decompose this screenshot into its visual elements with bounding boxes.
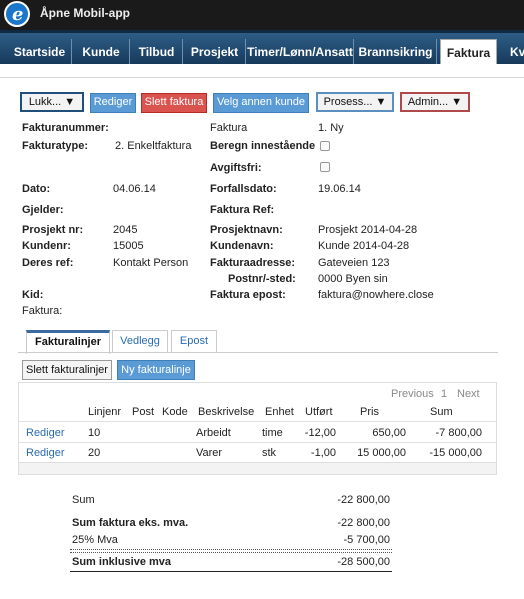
summary-dotted-line [70, 552, 392, 553]
admin-dropdown[interactable]: Admin... ▼ [400, 92, 470, 112]
nav-brannsikring[interactable]: Brannsikring [355, 39, 437, 67]
app-title[interactable]: Åpne Mobil-app [40, 6, 130, 20]
faktura-plain-label: Faktura: [22, 305, 63, 317]
deres-ref-value: Kontakt Person [113, 257, 189, 269]
sum-inkl-mva-label: Sum inklusive mva [72, 556, 172, 568]
fakturatype-label: Fakturatype: [22, 140, 89, 152]
fakturatype-value: 2. Enkeltfaktura [115, 140, 192, 152]
sum-eks-mva-label: Sum faktura eks. mva. [72, 517, 189, 529]
main-nav: Startside Kunde Tilbud Prosjekt Timer/Lø… [0, 30, 524, 67]
fakturaadresse-value: Gateveien 123 [318, 257, 390, 269]
dato-label: Dato: [22, 183, 51, 195]
sub-band [0, 64, 524, 78]
faktura-status-label: Faktura [210, 122, 248, 134]
velg-annen-kunde-button[interactable]: Velg annen kunde [213, 93, 309, 113]
dato-value: 04.06.14 [113, 183, 156, 195]
summary-underline [70, 571, 392, 572]
avgiftsfri-label: Avgiftsfri: [210, 162, 262, 174]
row-rediger-link[interactable]: Rediger [26, 427, 65, 439]
logo-letter: e [12, 4, 24, 25]
beregn-innestaende-label: Beregn innestående [210, 140, 316, 152]
title-bar: e Åpne Mobil-app [0, 0, 524, 30]
mva-value: -5 700,00 [343, 534, 390, 546]
header-divider [19, 421, 496, 422]
nav-kunde[interactable]: Kunde [73, 39, 130, 67]
prosjektnavn-label: Prosjektnavn: [210, 224, 283, 236]
col-post[interactable]: Post [132, 406, 154, 418]
kid-label: Kid: [22, 289, 44, 301]
grid-footer [19, 462, 496, 474]
cell-enhet: time [262, 427, 283, 439]
fakturanummer-label: Fakturanummer: [22, 122, 109, 134]
nav-startside[interactable]: Startside [8, 39, 72, 67]
cell-pris: 15 000,00 [357, 447, 406, 459]
cell-beskrivelse: Varer [196, 447, 223, 459]
slett-faktura-button[interactable]: Slett faktura [141, 93, 207, 113]
nav-timer[interactable]: Timer/Lønn/Ansatt [247, 39, 354, 67]
tab-divider [18, 352, 498, 353]
faktura-ref-label: Faktura Ref: [210, 204, 275, 216]
slett-fakturalinjer-button[interactable]: Slett fakturalinjer [22, 360, 112, 380]
mva-label: 25% Mva [72, 534, 118, 546]
cell-linjenr: 10 [88, 427, 101, 439]
pager-next[interactable]: Next [457, 388, 480, 400]
faktura-status-value: 1. Ny [318, 122, 344, 134]
cell-sum: -15 000,00 [429, 447, 482, 459]
col-linjenr[interactable]: Linjenr [88, 406, 121, 418]
col-kode[interactable]: Kode [162, 406, 188, 418]
gjelder-label: Gjelder: [22, 204, 64, 216]
forfallsdato-value: 19.06.14 [318, 183, 361, 195]
postnr-sted-value: 0000 Byen sin [318, 273, 388, 285]
ny-fakturalinje-button[interactable]: Ny fakturalinje [117, 360, 195, 380]
sum-inkl-mva-value: -28 500,00 [337, 556, 390, 568]
avgiftsfri-checkbox[interactable] [320, 162, 330, 172]
pager-previous[interactable]: Previous [391, 388, 434, 400]
sum-label: Sum [72, 494, 95, 506]
forfallsdato-label: Forfallsdato: [210, 183, 277, 195]
nav-tilbud[interactable]: Tilbud [131, 39, 183, 67]
kundenr-value: 15005 [113, 240, 144, 252]
col-enhet[interactable]: Enhet [265, 406, 294, 418]
beregn-innestaende-checkbox[interactable] [320, 141, 330, 151]
prosjektnavn-value: Prosjekt 2014-04-28 [318, 224, 418, 236]
cell-utfort: -12,00 [304, 427, 336, 439]
fakturaadresse-label: Fakturaadresse: [210, 257, 295, 269]
nav-prosjekt[interactable]: Prosjekt [184, 39, 246, 67]
prosjekt-nr-label: Prosjekt nr: [22, 224, 84, 236]
sum-eks-mva-value: -22 800,00 [337, 517, 390, 529]
tab-vedlegg[interactable]: Vedlegg [112, 330, 168, 353]
cell-pris: 650,00 [372, 427, 406, 439]
tab-epost[interactable]: Epost [171, 330, 217, 353]
sum-value: -22 800,00 [337, 494, 390, 506]
faktura-epost-value: faktura@nowhere.close [318, 289, 434, 301]
col-sum[interactable]: Sum [430, 406, 453, 418]
postnr-sted-label: Postnr/-sted: [228, 273, 296, 285]
deres-ref-label: Deres ref: [22, 257, 74, 269]
pager-page[interactable]: 1 [441, 388, 447, 400]
prosess-dropdown[interactable]: Prosess... ▼ [316, 92, 394, 112]
col-beskrivelse[interactable]: Beskrivelse [198, 406, 254, 418]
nav-faktura[interactable]: Faktura [440, 39, 497, 67]
row-divider [19, 442, 496, 443]
cell-linjenr: 20 [88, 447, 101, 459]
col-utfort[interactable]: Utført [305, 406, 333, 418]
prosjekt-nr-value: 2045 [113, 224, 138, 236]
col-pris[interactable]: Pris [360, 406, 379, 418]
kundenavn-value: Kunde 2014-04-28 [318, 240, 410, 252]
row-rediger-link[interactable]: Rediger [26, 447, 65, 459]
kundenr-label: Kundenr: [22, 240, 71, 252]
lukk-dropdown[interactable]: Lukk... ▼ [20, 92, 84, 112]
nav-kv[interactable]: Kv [500, 39, 524, 67]
rediger-button[interactable]: Rediger [90, 93, 136, 113]
summary-dotted-line [70, 549, 392, 550]
kundenavn-label: Kundenavn: [210, 240, 274, 252]
app-logo[interactable]: e [4, 1, 30, 27]
cell-enhet: stk [262, 447, 277, 459]
cell-sum: -7 800,00 [435, 427, 482, 439]
cell-beskrivelse: Arbeidt [196, 427, 231, 439]
faktura-epost-label: Faktura epost: [210, 289, 286, 301]
tab-fakturalinjer[interactable]: Fakturalinjer [26, 330, 110, 354]
cell-utfort: -1,00 [310, 447, 336, 459]
